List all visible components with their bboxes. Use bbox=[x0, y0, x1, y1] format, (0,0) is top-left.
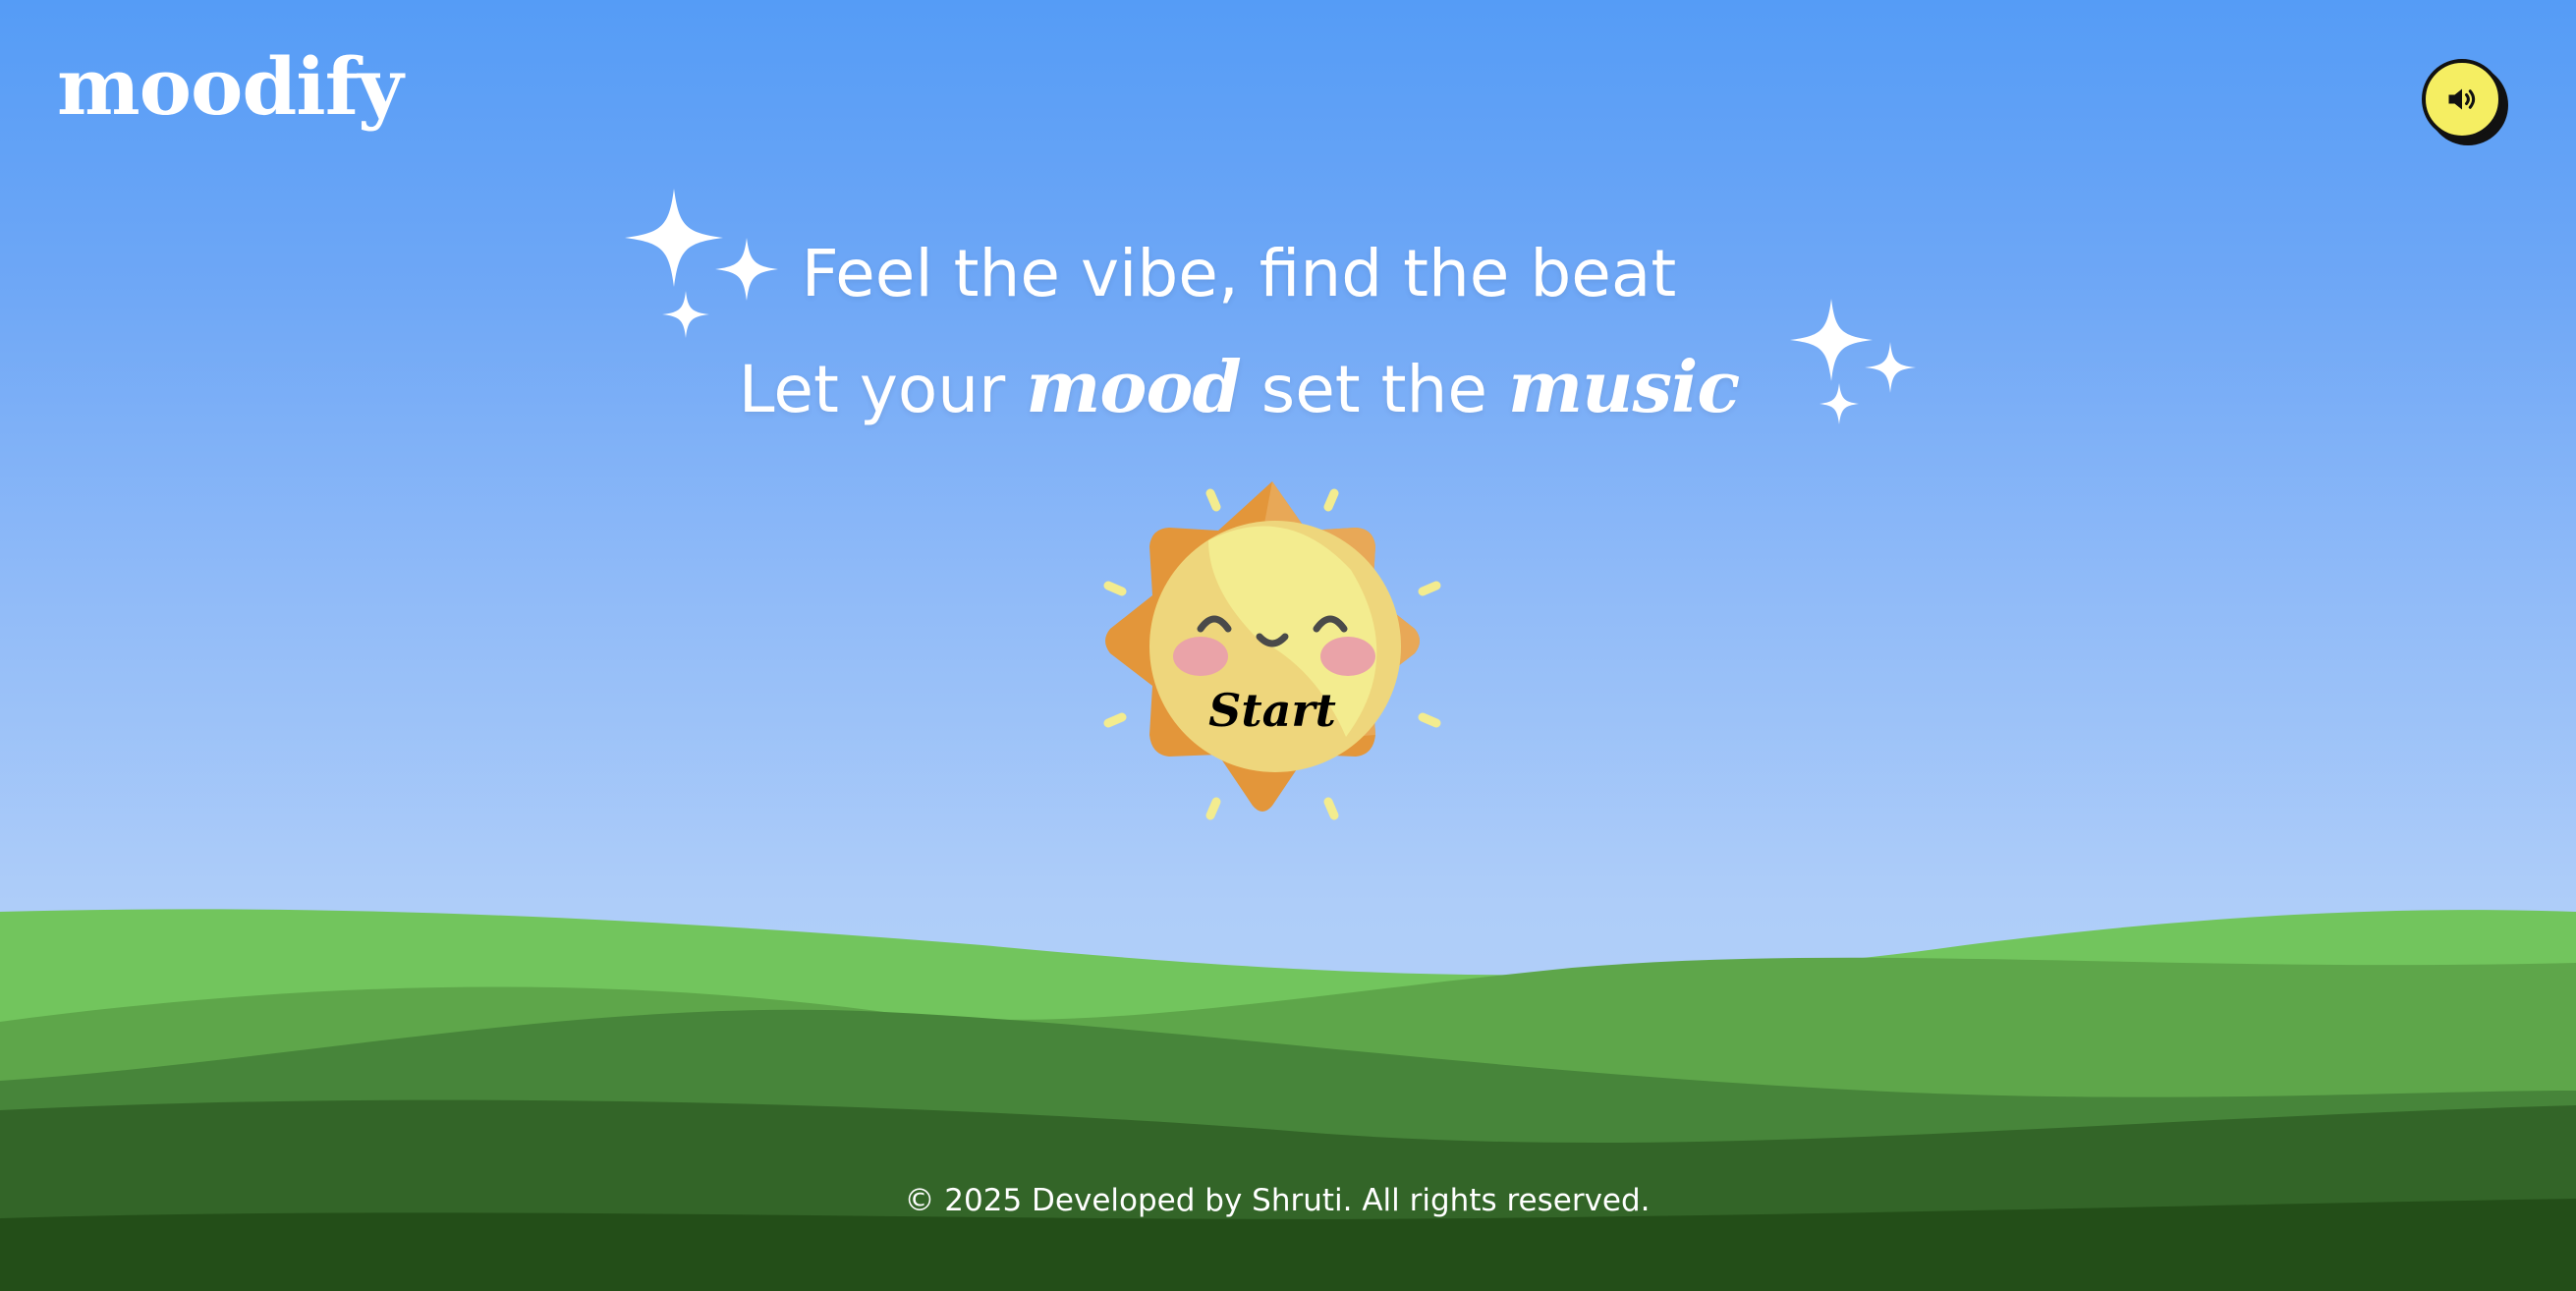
hero-line2-text: set the bbox=[1240, 352, 1508, 427]
speaker-volume-icon bbox=[2448, 88, 2476, 110]
hero-headline-line2: Let your mood set the music bbox=[0, 352, 2527, 422]
sound-toggle-button[interactable] bbox=[2422, 59, 2502, 140]
app-logo[interactable]: moodify bbox=[57, 47, 404, 126]
hero-headline-line1: Feel the vibe, find the beat bbox=[801, 236, 1677, 311]
hero-mood-word: mood bbox=[1026, 345, 1242, 428]
smiling-sun-icon bbox=[1103, 481, 1441, 820]
hero-music-word: music bbox=[1507, 345, 1740, 428]
footer-copyright: © 2025 Developed by Shruti. All rights r… bbox=[904, 1183, 1651, 1218]
sun-start-button[interactable] bbox=[1091, 472, 1454, 845]
hero-line2-text: Let your bbox=[738, 352, 1027, 427]
